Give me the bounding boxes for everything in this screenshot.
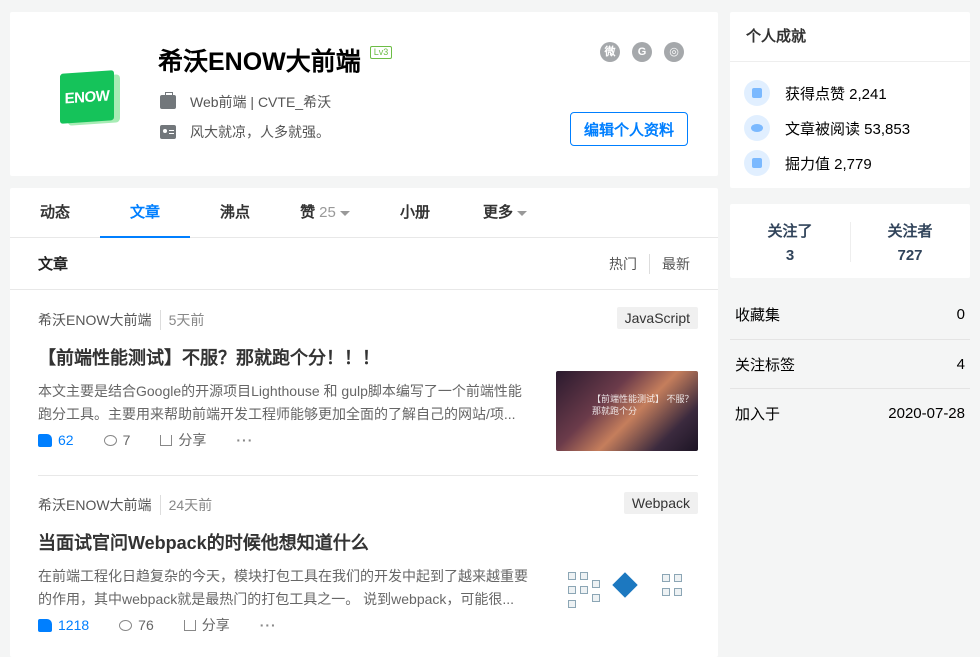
article-actions: 1218 76 分享 ··· [38, 615, 307, 635]
list-header: 文章 热门 最新 [10, 238, 718, 290]
eye-icon [744, 115, 770, 141]
level-badge: Lv3 [370, 46, 392, 59]
comment-icon [103, 434, 117, 446]
list-title: 文章 [38, 256, 69, 273]
chevron-down-icon [339, 210, 350, 216]
profile-tabs: 动态 文章 沸点 赞 25 小册 更多 [10, 188, 718, 238]
sort-hot[interactable]: 热门 [597, 254, 649, 274]
share-button[interactable]: 分享 [160, 430, 206, 450]
thumbnail-caption: 【前端性能测试】 不服？那就跑个分 [592, 394, 694, 416]
article-actions: 62 7 分享 ··· [38, 430, 283, 450]
more-icon[interactable]: ··· [260, 617, 277, 633]
followers-block[interactable]: 关注者 727 [850, 204, 970, 278]
trend-up-icon [744, 150, 770, 176]
id-card-icon [160, 125, 176, 139]
job-text: Web前端 | CVTE_希沃 [190, 94, 332, 110]
profile-card: ENOW 希沃ENOW大前端 Lv3 Web前端 | CVTE_希沃 风大就凉，… [10, 12, 718, 176]
chevron-down-icon [517, 210, 527, 216]
following-count: 3 [785, 247, 795, 264]
stat-collections[interactable]: 收藏集 0 [730, 290, 970, 339]
like-button[interactable]: 1218 [38, 617, 89, 633]
bio-text: 风大就凉，人多就强。 [190, 124, 330, 140]
article-item[interactable]: 希沃ENOW大前端 5天前 JavaScript 【前端性能测试】不服？那就跑个… [38, 307, 698, 490]
globe-icon[interactable]: ◎ [664, 42, 684, 62]
stat-joined: 加入于 2020-07-28 [730, 388, 970, 437]
tab-more[interactable]: 更多 [460, 188, 550, 237]
stats-list: 收藏集 0 关注标签 4 加入于 2020-07-28 [730, 290, 970, 437]
followers-count: 727 [897, 247, 923, 264]
avatar-logo-text: ENOW [60, 70, 114, 124]
sort-newest[interactable]: 最新 [649, 253, 690, 274]
achievements-card: 个人成就 获得点赞 2,241 文章被阅读 53,853 掘力值 2,779 [730, 12, 970, 188]
github-icon[interactable]: G [632, 42, 652, 62]
article-title[interactable]: 当面试官问Webpack的时候他想知道什么 [38, 529, 369, 555]
article-tag[interactable]: Webpack [623, 492, 698, 514]
article-thumbnail[interactable]: 【前端性能测试】 不服？那就跑个分 [556, 371, 698, 451]
article-abstract[interactable]: 本文主要是结合Google的开源项目Lighthouse 和 gulp脚本编写了… [38, 380, 532, 426]
profile-name: 希沃ENOW大前端 [158, 48, 361, 76]
article-item[interactable]: 希沃ENOW大前端 24天前 Webpack 当面试官问Webpack的时候他想… [38, 492, 698, 657]
stat-followed-tags[interactable]: 关注标签 4 [730, 339, 970, 388]
article-date: 24天前 [159, 495, 212, 515]
article-author[interactable]: 希沃ENOW大前端 [38, 495, 152, 515]
share-icon [183, 619, 196, 631]
achievement-reads: 文章被阅读 53,853 [744, 115, 910, 141]
tab-booklets[interactable]: 小册 [370, 188, 460, 237]
tab-pins[interactable]: 沸点 [190, 188, 280, 237]
article-abstract[interactable]: 在前端工程化日趋复杂的今天，模块打包工具在我们的开发中起到了越来越重要的作用，其… [38, 565, 532, 611]
share-button[interactable]: 分享 [183, 615, 230, 635]
achievement-power: 掘力值 2,779 [744, 150, 872, 176]
article-title[interactable]: 【前端性能测试】不服？那就跑个分！！！ [38, 344, 380, 370]
tab-likes[interactable]: 赞 25 [280, 188, 370, 237]
article-tag[interactable]: JavaScript [616, 307, 698, 329]
likes-count: 25 [319, 204, 336, 221]
share-icon [160, 434, 173, 446]
bio-row: 风大就凉，人多就强。 [160, 122, 330, 142]
briefcase-icon [160, 92, 176, 109]
achievement-likes: 获得点赞 2,241 [744, 80, 887, 106]
avatar[interactable]: ENOW [50, 52, 130, 132]
sort-options: 热门 最新 [597, 253, 690, 274]
comment-button[interactable]: 76 [119, 617, 154, 633]
following-block[interactable]: 关注了 3 [730, 204, 850, 278]
achievements-title: 个人成就 [730, 12, 970, 62]
comment-icon [119, 619, 133, 631]
comment-button[interactable]: 7 [103, 432, 130, 448]
tab-activity[interactable]: 动态 [10, 188, 100, 237]
weibo-icon[interactable]: 微 [600, 42, 620, 62]
article-thumbnail[interactable] [556, 556, 698, 636]
like-button[interactable]: 62 [38, 432, 74, 448]
more-icon[interactable]: ··· [236, 432, 253, 448]
follow-card: 关注了 3 关注者 727 [730, 204, 970, 278]
job-row: Web前端 | CVTE_希沃 [160, 92, 331, 112]
social-links: 微 G ◎ [600, 42, 684, 62]
thumbs-up-icon [744, 80, 770, 106]
article-date: 5天前 [159, 310, 204, 330]
main-content: 动态 文章 沸点 赞 25 小册 更多 文章 热门 最新 希沃ENOW大前端 5天… [10, 188, 718, 657]
thumbs-up-icon [38, 433, 52, 447]
tab-articles[interactable]: 文章 [100, 188, 190, 238]
divider [38, 475, 698, 476]
edit-profile-button[interactable]: 编辑个人资料 [570, 112, 688, 146]
article-author[interactable]: 希沃ENOW大前端 [38, 310, 152, 330]
thumbs-up-icon [38, 618, 52, 632]
